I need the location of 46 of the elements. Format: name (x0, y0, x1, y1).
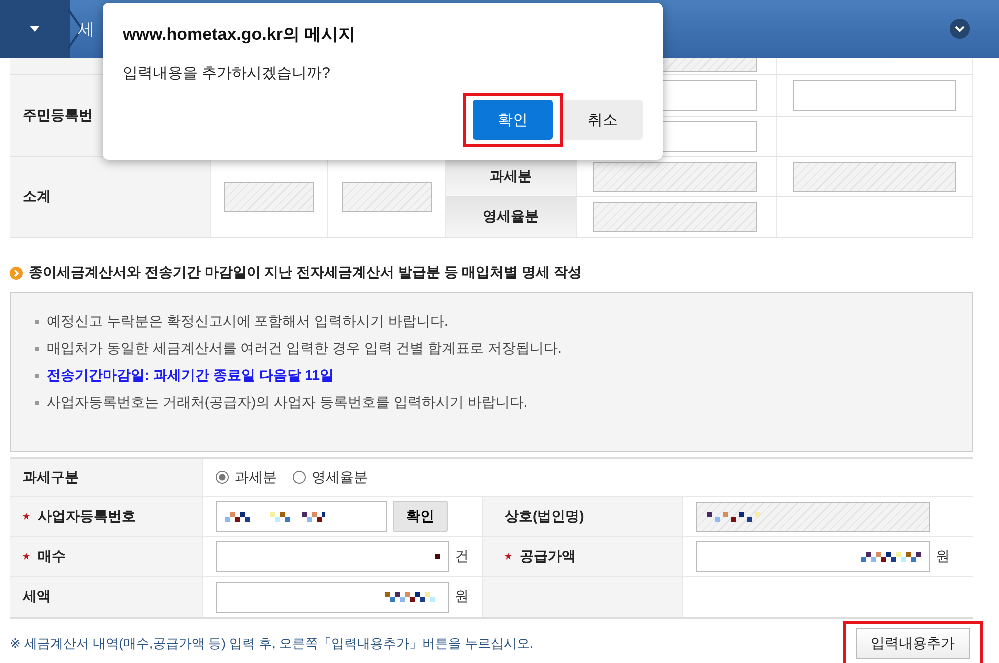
row-label: 주민등록번 (23, 106, 93, 124)
square-bullet-icon (35, 320, 39, 324)
radio-option[interactable]: 과세분 (216, 468, 277, 486)
unit-label: 원 (455, 588, 469, 606)
notice-text: 예정신고 누락분은 확정신고시에 포함해서 입력하시기 바랍니다. (47, 313, 448, 331)
radio-option[interactable]: 영세율분 (293, 468, 368, 486)
notice-text: 사업자등록번호는 거래처(공급자)의 사업자 등록번호를 입력하시기 바랍니다. (47, 394, 528, 412)
notice-text: 매입처가 동일한 세금계산서를 여러건 입력한 경우 입력 건별 합계표로 저장됩니다. (47, 340, 562, 358)
input-field[interactable] (216, 582, 449, 612)
unit-label: 건 (455, 548, 469, 566)
sub-label: 과세분 (490, 168, 532, 186)
cancel-button[interactable]: 취소 (563, 100, 643, 140)
breadcrumb-text: 세 (78, 18, 95, 40)
unit-label: 원 (936, 548, 950, 566)
square-bullet-icon (35, 374, 39, 378)
required-icon (505, 553, 512, 560)
instruction-text: ※ 세금계산서 내역(매수,공급가액 등) 입력 후, 오른쪽「입력내용추가」버튼을 누르십시오. (10, 634, 534, 652)
required-icon (23, 513, 30, 520)
add-entry-button[interactable]: 입력내용추가 (856, 628, 970, 659)
menu-dropdown-button[interactable] (0, 0, 70, 58)
field-label: 사업자등록번호 (38, 508, 136, 526)
caret-icon (30, 26, 40, 32)
field-label: 매수 (38, 548, 66, 566)
redacted-value-drawing (435, 554, 440, 559)
confirm-button[interactable]: 확인 (393, 501, 448, 532)
square-bullet-icon (35, 401, 39, 405)
redacted-value-drawing (861, 552, 921, 562)
input-field[interactable] (696, 541, 930, 572)
dialog-message: 입력내용을 추가하시겠습니까? (123, 64, 332, 83)
row-label: 소계 (23, 188, 51, 206)
section-title: 종이세금계산서와 전송기간 마감일이 지난 전자세금계산서 발급분 등 매입처별 명세 작성 (29, 264, 582, 282)
dialog-title: www.hometax.go.kr의 메시지 (123, 24, 357, 46)
field-label: 과세구분 (23, 468, 79, 486)
field-label: 상호(법인명) (505, 508, 584, 526)
required-icon (23, 553, 30, 560)
field-label: 세액 (23, 588, 51, 606)
square-bullet-icon (35, 347, 39, 351)
sub-label: 영세율분 (483, 208, 539, 226)
notice-text: 전송기간마감일: 과세기간 종료일 다음달 11일 (47, 367, 334, 385)
ok-button[interactable]: 확인 (473, 100, 553, 140)
field-label: 공급가액 (520, 548, 576, 566)
input-field[interactable] (216, 501, 387, 532)
input-field[interactable] (216, 541, 449, 572)
input-field[interactable] (793, 80, 956, 111)
arrow-bullet-icon (10, 266, 23, 280)
chevron-down-icon[interactable] (950, 19, 970, 39)
